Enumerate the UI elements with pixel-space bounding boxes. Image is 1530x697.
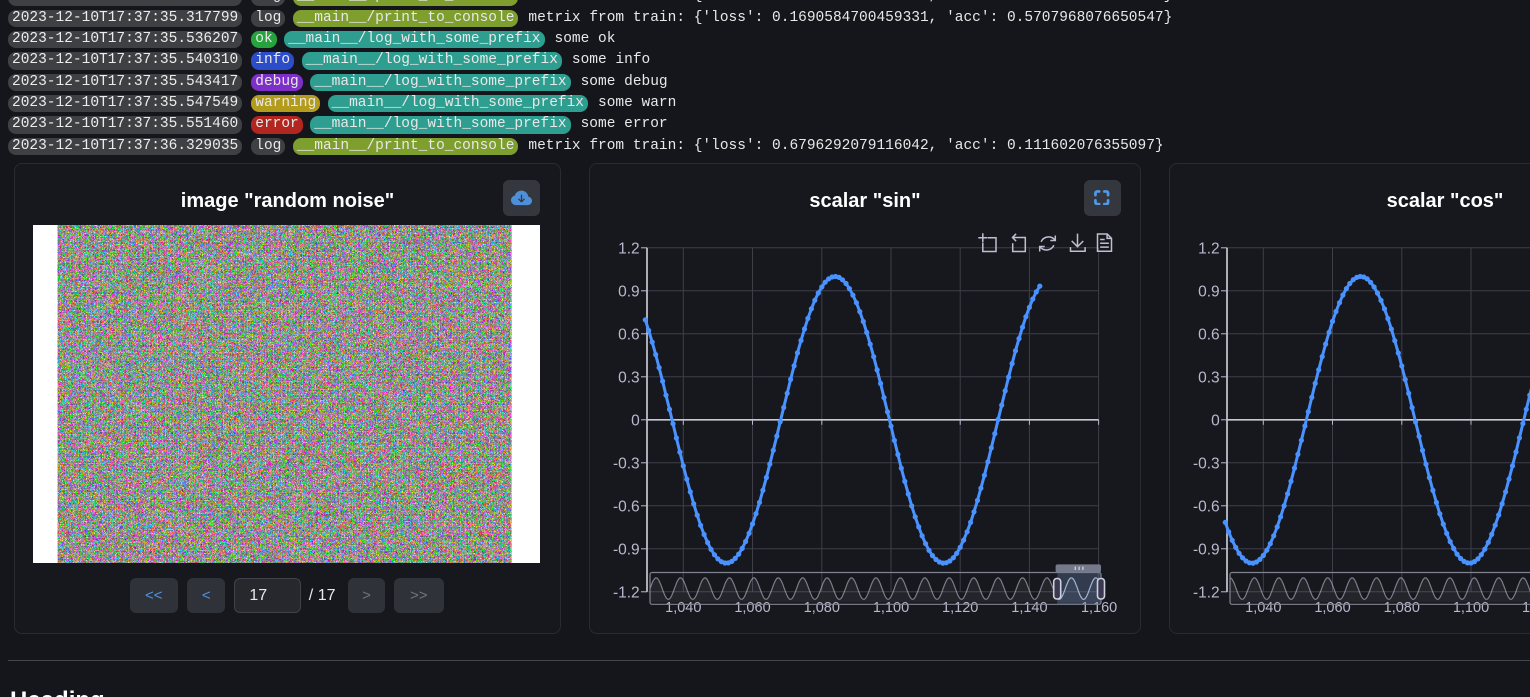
svg-text:0.3: 0.3 [618, 369, 640, 386]
svg-text:-0.6: -0.6 [613, 498, 640, 515]
svg-text:0.9: 0.9 [618, 283, 640, 300]
svg-text:0.9: 0.9 [1198, 283, 1220, 300]
svg-text:-0.3: -0.3 [1193, 455, 1220, 472]
svg-text:1.2: 1.2 [618, 240, 640, 257]
svg-text:0.3: 0.3 [1198, 369, 1220, 386]
svg-text:1.2: 1.2 [1198, 240, 1220, 257]
svg-text:-1.2: -1.2 [613, 584, 640, 601]
svg-text:-0.6: -0.6 [1193, 498, 1220, 515]
svg-text:0.6: 0.6 [618, 326, 640, 343]
svg-text:-0.3: -0.3 [613, 455, 640, 472]
svg-text:-0.9: -0.9 [1193, 541, 1220, 558]
svg-text:-0.9: -0.9 [613, 541, 640, 558]
svg-text:0.6: 0.6 [1198, 326, 1220, 343]
svg-text:0: 0 [631, 412, 640, 429]
svg-text:-1.2: -1.2 [1193, 584, 1220, 601]
svg-text:0: 0 [1211, 412, 1220, 429]
